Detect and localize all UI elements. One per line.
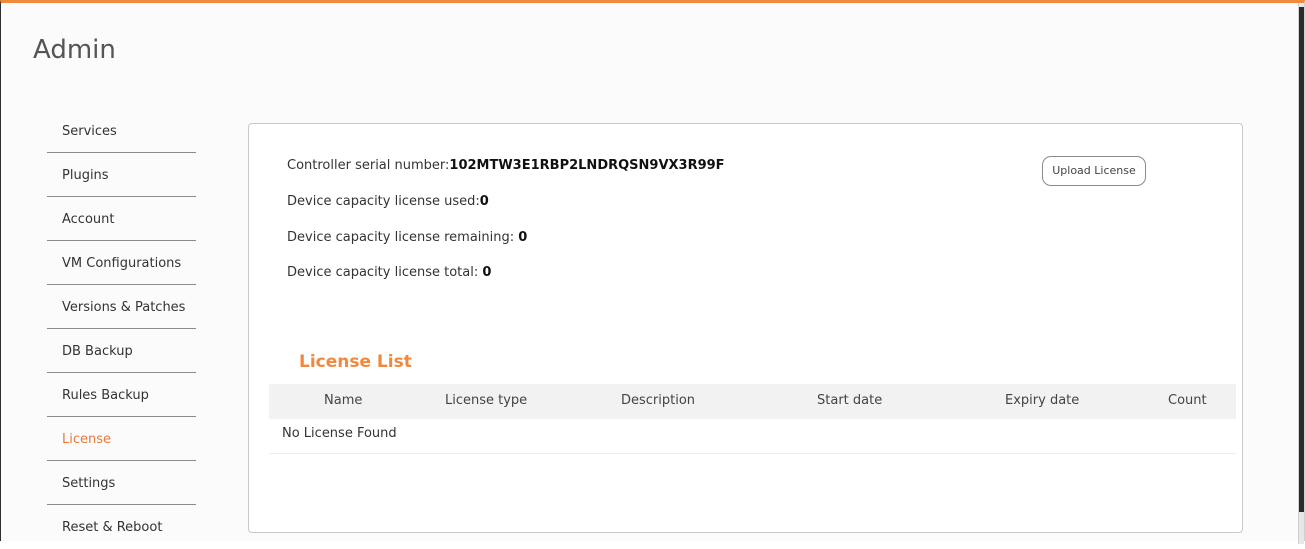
column-header-expiry-date[interactable]: Expiry date xyxy=(1005,393,1079,408)
serial-number-value: 102MTW3E1RBP2LNDRQSN9VX3R99F xyxy=(449,158,725,173)
column-header-name[interactable]: Name xyxy=(324,393,362,408)
sidebar-item-label: VM Configurations xyxy=(62,256,182,271)
column-header-description[interactable]: Description xyxy=(621,393,695,408)
column-header-count[interactable]: Count xyxy=(1168,393,1207,408)
capacity-total-label: Device capacity license total: xyxy=(287,265,483,280)
capacity-remaining-value: 0 xyxy=(518,230,528,245)
sidebar-item-label: Reset & Reboot xyxy=(62,520,163,535)
scrollbar-thumb[interactable] xyxy=(1299,7,1304,512)
capacity-used-label: Device capacity license used: xyxy=(287,194,480,209)
license-panel: Controller serial number:102MTW3E1RBP2LN… xyxy=(248,123,1243,533)
capacity-total-line: Device capacity license total: 0 xyxy=(287,265,491,280)
license-table-header: Name License type Description Start date… xyxy=(269,384,1236,419)
sidebar-item-reset-reboot[interactable]: Reset & Reboot xyxy=(47,505,196,549)
sidebar-item-rules-backup[interactable]: Rules Backup xyxy=(47,373,196,417)
sidebar-item-plugins[interactable]: Plugins xyxy=(47,153,196,197)
serial-number-label: Controller serial number: xyxy=(287,158,450,173)
sidebar-item-services[interactable]: Services xyxy=(47,109,196,153)
sidebar-item-license[interactable]: License xyxy=(47,417,196,461)
admin-window: Admin Services Plugins Account VM Config… xyxy=(0,0,1305,544)
serial-number-line: Controller serial number:102MTW3E1RBP2LN… xyxy=(287,158,725,173)
sidebar-item-label: Rules Backup xyxy=(62,388,149,403)
sidebar-item-label: Account xyxy=(62,212,115,227)
sidebar-item-label: Plugins xyxy=(62,168,109,183)
sidebar-item-settings[interactable]: Settings xyxy=(47,461,196,505)
column-header-start-date[interactable]: Start date xyxy=(817,393,882,408)
capacity-remaining-line: Device capacity license remaining: 0 xyxy=(287,230,527,245)
sidebar-item-label: License xyxy=(62,432,112,447)
table-row: No License Found xyxy=(269,419,1236,454)
sidebar-item-label: Versions & Patches xyxy=(62,300,186,315)
admin-sidebar: Services Plugins Account VM Configuratio… xyxy=(47,109,196,549)
capacity-remaining-label: Device capacity license remaining: xyxy=(287,230,519,245)
sidebar-item-vm-configurations[interactable]: VM Configurations xyxy=(47,241,196,285)
sidebar-item-label: Services xyxy=(62,124,117,139)
sidebar-item-versions-patches[interactable]: Versions & Patches xyxy=(47,285,196,329)
capacity-used-value: 0 xyxy=(479,194,489,209)
sidebar-item-db-backup[interactable]: DB Backup xyxy=(47,329,196,373)
sidebar-item-account[interactable]: Account xyxy=(47,197,196,241)
capacity-total-value: 0 xyxy=(482,265,492,280)
license-list-title: License List xyxy=(299,352,412,372)
sidebar-item-label: DB Backup xyxy=(62,344,133,359)
empty-table-message: No License Found xyxy=(282,426,397,441)
upload-license-button[interactable]: Upload License xyxy=(1042,156,1146,186)
column-header-license-type[interactable]: License type xyxy=(445,393,527,408)
capacity-used-line: Device capacity license used:0 xyxy=(287,194,489,209)
sidebar-item-label: Settings xyxy=(62,476,116,491)
page-title: Admin xyxy=(33,35,116,65)
license-table: Name License type Description Start date… xyxy=(269,384,1236,454)
